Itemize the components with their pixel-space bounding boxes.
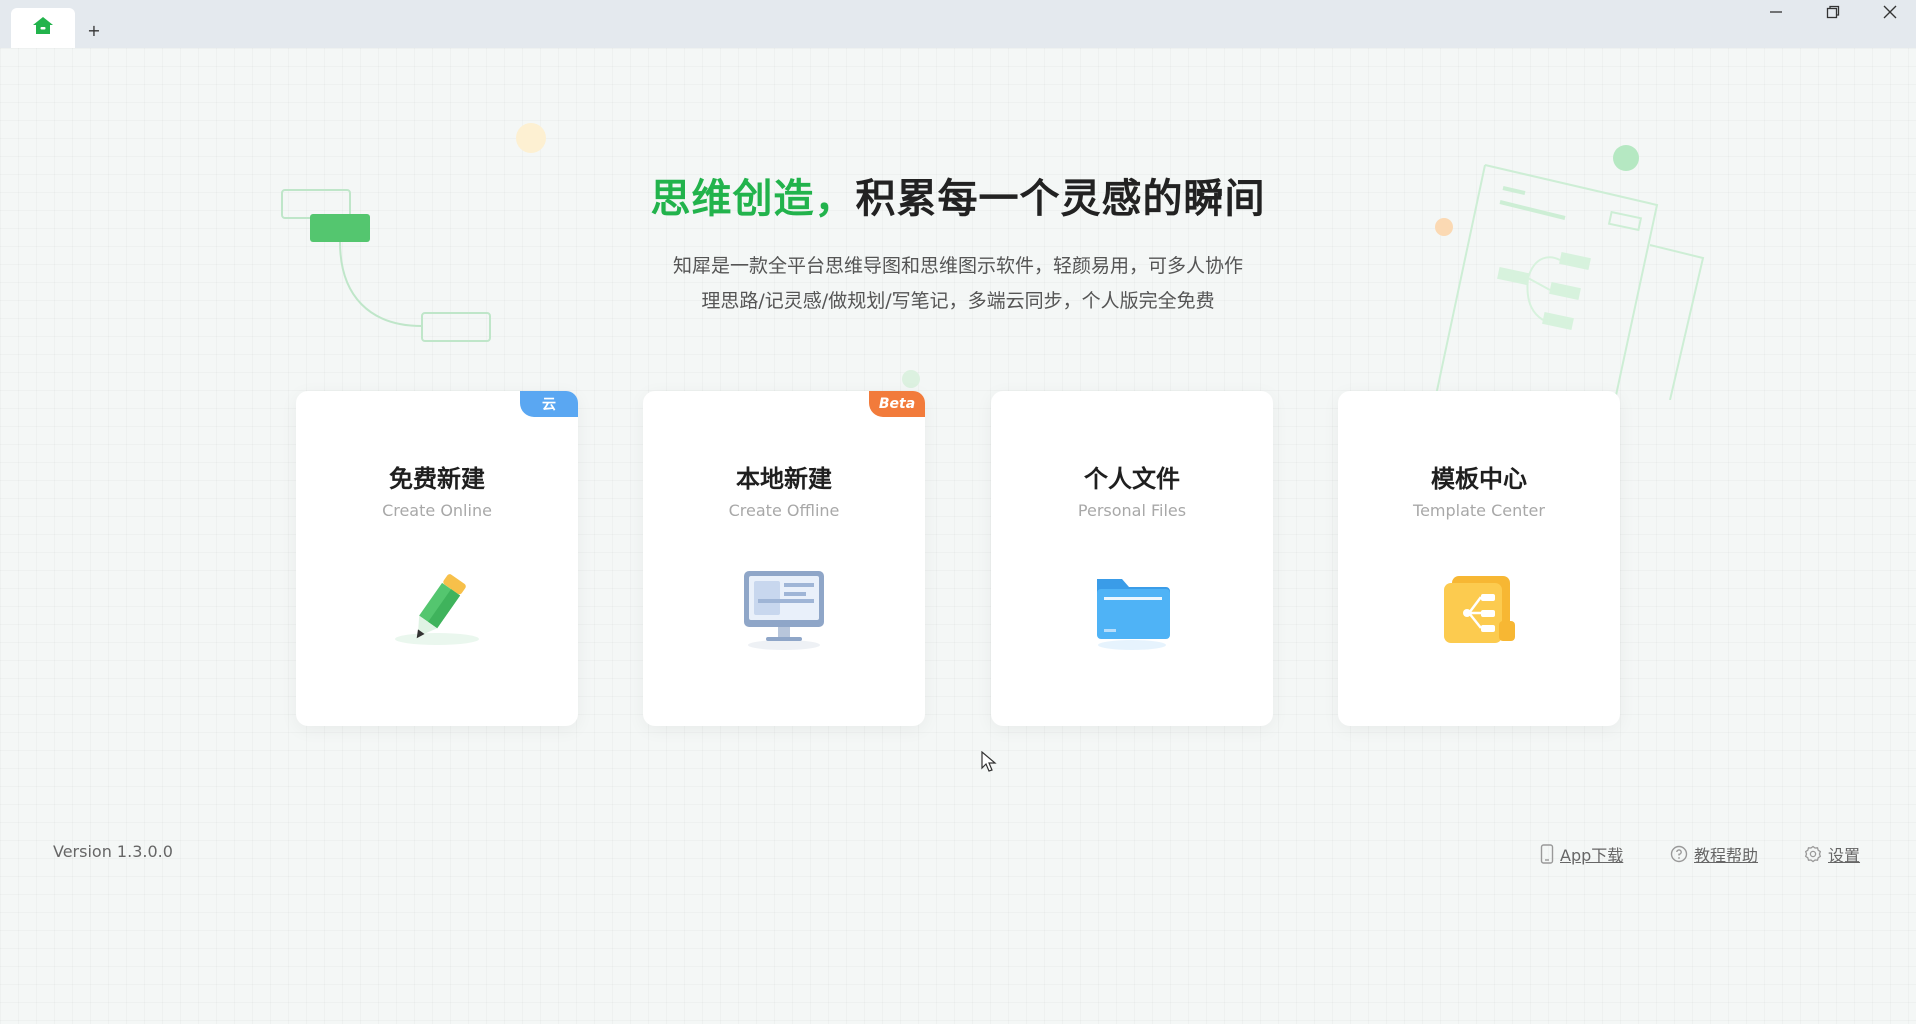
card-create-online[interactable]: 云 免费新建 Create Online <box>296 391 578 726</box>
settings-label: 设置 <box>1828 846 1861 865</box>
card-subtitle: Personal Files <box>1077 501 1187 520</box>
card-subtitle: Template Center <box>1413 501 1545 520</box>
app-download-link[interactable]: App下载 <box>1540 842 1623 866</box>
hero-title-rest: 积累每一个灵感的瞬间 <box>855 176 1266 222</box>
help-link[interactable]: 教程帮助 <box>1670 842 1758 866</box>
card-subtitle: Create Online <box>382 501 492 520</box>
beta-badge: Beta <box>869 391 925 417</box>
hero-title-accent: 思维创造， <box>650 176 856 222</box>
card-subtitle: Create Offline <box>728 501 840 520</box>
help-label: 教程帮助 <box>1694 846 1759 865</box>
restore-button[interactable] <box>1805 0 1861 26</box>
title-bar: + <box>0 0 1916 48</box>
pencil-icon <box>387 561 487 661</box>
help-icon <box>1670 845 1688 863</box>
close-button[interactable] <box>1862 0 1916 26</box>
mouse-cursor-icon <box>981 750 997 777</box>
monitor-icon <box>734 561 834 661</box>
card-create-offline[interactable]: Beta 本地新建 Create Offline <box>643 391 925 726</box>
minimize-button[interactable] <box>1748 0 1804 26</box>
gear-icon <box>1804 845 1822 863</box>
app-download-label: App下载 <box>1560 846 1624 865</box>
card-title: 免费新建 <box>389 465 485 493</box>
folder-icon <box>1082 561 1182 661</box>
version-label: Version 1.3.0.0 <box>53 842 173 861</box>
card-template-center[interactable]: 模板中心 Template Center <box>1338 391 1620 726</box>
hero-title: 思维创造，积累每一个灵感的瞬间 <box>0 166 1916 224</box>
template-icon <box>1429 561 1529 661</box>
restore-icon <box>1826 4 1840 23</box>
card-title: 本地新建 <box>736 465 832 493</box>
home-icon <box>32 16 54 40</box>
minimize-icon <box>1769 4 1783 23</box>
hero-subtitle-line1: 知犀是一款全平台思维导图和思维图示软件，轻颜易用，可多人协作 <box>672 255 1243 277</box>
hero-subtitle-line2: 理思路/记灵感/做规划/写笔记，多端云同步，个人版完全免费 <box>701 290 1215 312</box>
phone-icon <box>1540 844 1554 864</box>
card-title: 模板中心 <box>1431 465 1527 493</box>
tab-home[interactable] <box>11 8 75 48</box>
card-title: 个人文件 <box>1084 465 1180 493</box>
card-personal-files[interactable]: 个人文件 Personal Files <box>991 391 1273 726</box>
cloud-badge: 云 <box>520 391 578 417</box>
add-tab-button[interactable]: + <box>84 20 104 40</box>
decor-dot-yellow <box>516 123 546 157</box>
decor-dot-green-small <box>901 369 921 393</box>
settings-link[interactable]: 设置 <box>1804 842 1860 866</box>
close-icon <box>1883 4 1897 23</box>
